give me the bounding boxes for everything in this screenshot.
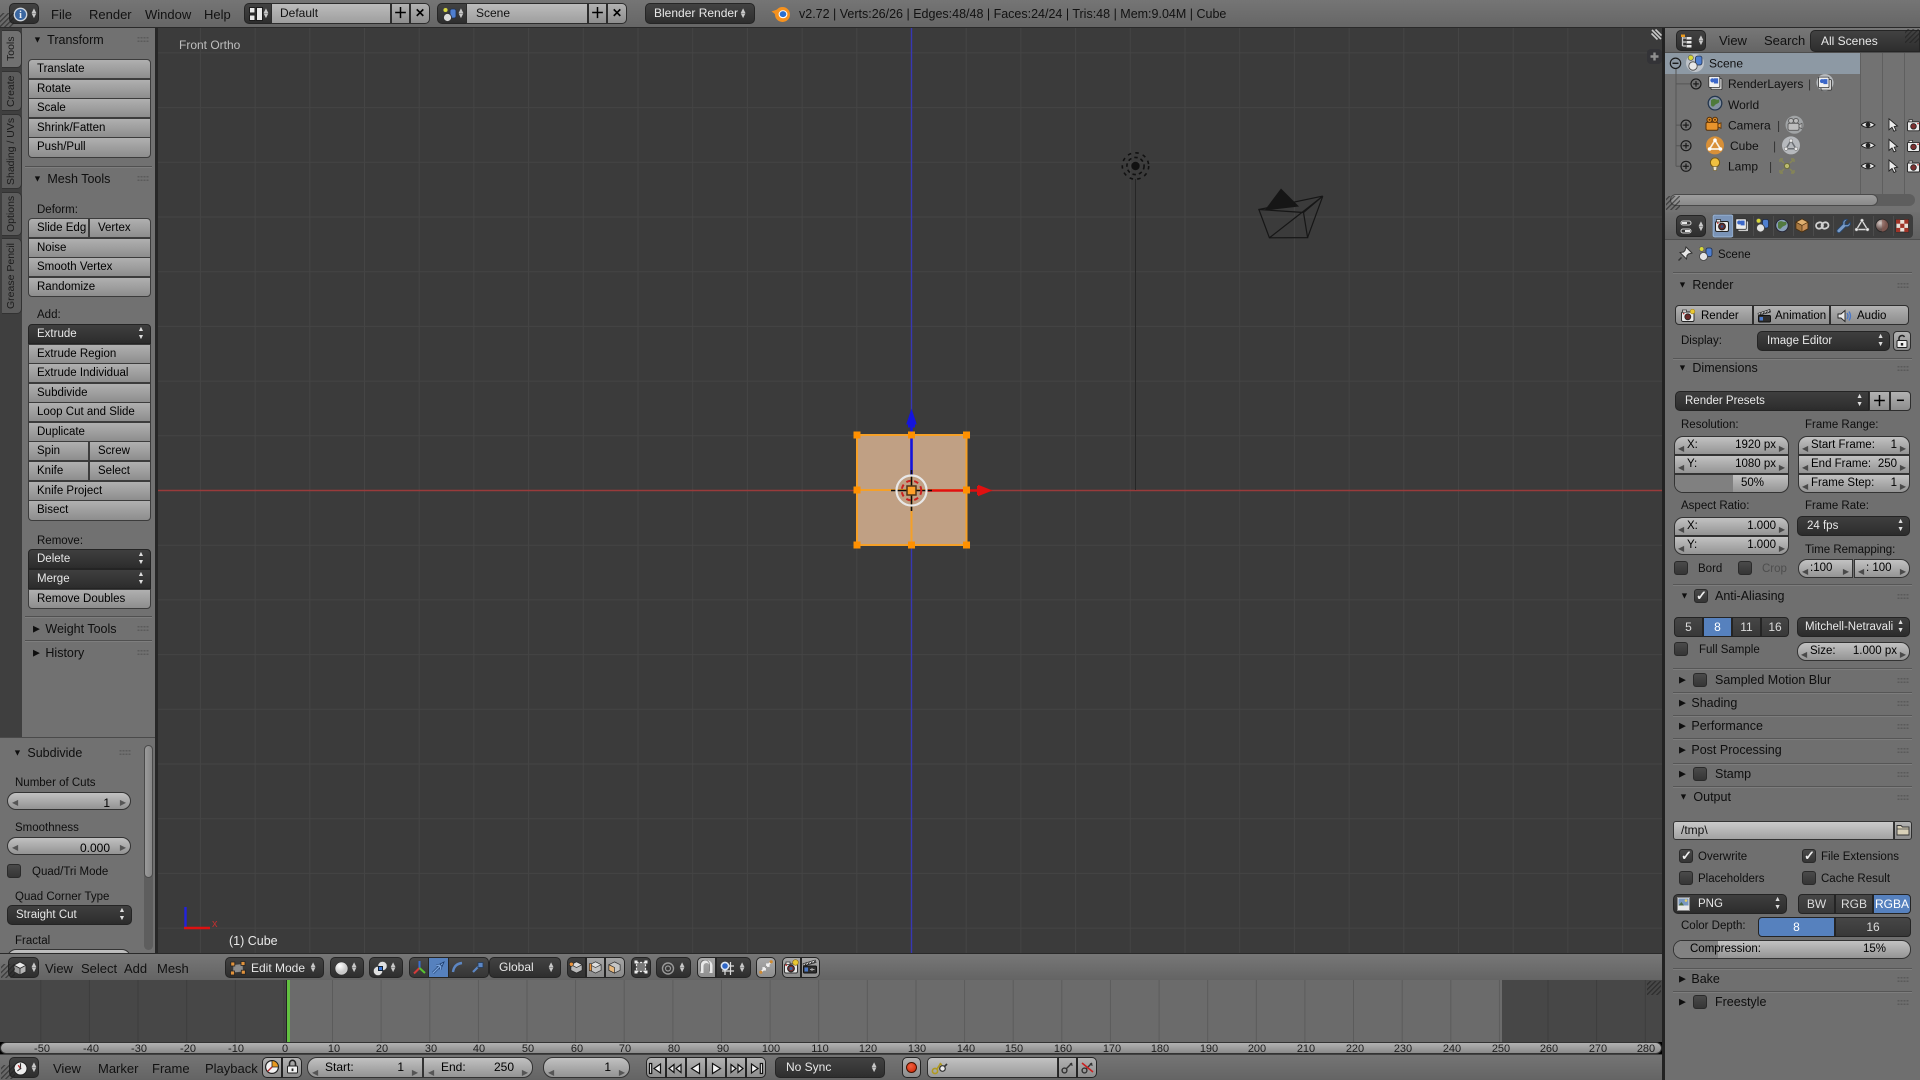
svg-text:|: | — [1769, 160, 1772, 174]
svg-text:Scene: Scene — [1709, 57, 1743, 71]
svg-text:World: World — [1728, 98, 1759, 112]
svg-text:|: | — [1808, 77, 1811, 91]
svg-text:Front Ortho: Front Ortho — [179, 38, 241, 52]
svg-text:Lamp: Lamp — [1728, 160, 1758, 174]
svg-text:|: | — [1773, 139, 1776, 153]
svg-text:Camera: Camera — [1728, 118, 1771, 132]
svg-text:Cube: Cube — [1730, 139, 1759, 153]
svg-text:x: x — [212, 918, 218, 930]
svg-text:|: | — [1777, 118, 1780, 132]
svg-text:RenderLayers: RenderLayers — [1728, 77, 1803, 91]
svg-text:(1) Cube: (1) Cube — [229, 934, 278, 948]
svg-text:i: i — [19, 10, 22, 21]
